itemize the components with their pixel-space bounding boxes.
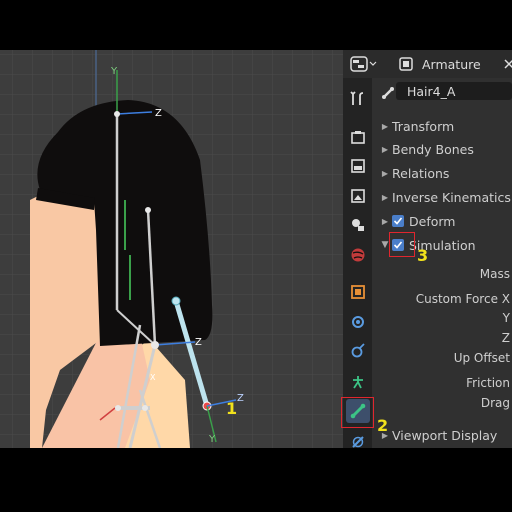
annotation-box-simulation-checkbox [389,232,415,257]
panel-inverse-kinematics[interactable]: ▶ Inverse Kinematics [372,186,512,208]
axis-label-z: Z [195,337,202,348]
editor-type-button[interactable] [349,54,377,74]
bone-joint[interactable] [145,207,151,213]
panel-title: Viewport Display [392,427,498,443]
bone-joint[interactable] [142,405,148,411]
3d-viewport[interactable]: Y Z Z Z Y X [0,50,343,448]
properties-tab-bar [343,78,372,448]
panel-bendy-bones[interactable]: ▶ Bendy Bones [372,138,512,160]
axis-label-z: Z [237,393,244,404]
bone-name-field[interactable]: Hair4_A [396,82,512,100]
panel-title: Transform [392,118,455,134]
output-icon[interactable] [346,154,370,178]
properties-header: Armature [343,50,512,78]
axis-label-x: X [150,373,156,382]
panel-viewport-display[interactable]: ▶ Viewport Display [372,424,512,446]
axis-label-z: Z [155,108,162,119]
bone-joint[interactable] [151,341,159,349]
axis-label-y: Y [208,434,216,445]
armature-context-button[interactable]: Armature [399,54,481,74]
bone-icon [382,87,394,99]
bone-row: Hair4_A [372,78,512,104]
panel-title: Deform [409,213,456,229]
modifier-icon[interactable] [346,310,370,334]
chevron-right-icon: ▶ [381,168,389,178]
view-layer-icon[interactable] [346,184,370,208]
custom-force-y-label: Y [502,311,510,325]
close-icon[interactable] [503,54,512,74]
bone-properties-panel: Hair4_A ▶ Transform ▶ Bendy Bones ▶ Rela… [372,78,512,448]
chevron-right-icon: ▶ [381,121,389,131]
mass-label: Mass [479,267,510,281]
panel-title: Bendy Bones [392,141,474,157]
bone-head[interactable] [171,296,181,306]
chevron-right-icon: ▶ [381,144,389,154]
bone-name-text: Hair4_A [407,84,456,99]
scene-icon[interactable] [346,213,370,237]
custom-force-z-label: Z [501,331,510,345]
annotation-marker-3: 3 [417,246,429,265]
bone-joint[interactable] [115,405,121,411]
tool-icon[interactable] [346,87,370,111]
render-icon[interactable] [346,125,370,149]
deform-checkbox[interactable] [392,215,404,227]
armature-data-icon [399,57,413,71]
panel-deform[interactable]: ▶ Deform [372,210,512,232]
viewport-canvas[interactable]: Y Z Z Z Y X [0,50,343,448]
annotation-marker-1: 1 [226,399,238,418]
chevron-right-icon: ▶ [381,192,389,202]
panel-title: Inverse Kinematics [392,189,511,205]
drag-label: Drag [480,396,510,410]
up-offset-label: Up Offset [453,351,510,365]
axis-label-y: Y [110,66,118,77]
check-icon [393,217,403,225]
custom-force-x-label: Custom Force X [415,292,510,306]
annotation-marker-2: 2 [377,416,389,435]
object-type-label: Armature [422,56,481,72]
bone-constraint-icon[interactable] [346,430,370,448]
friction-label: Friction [466,376,510,390]
particles-icon[interactable] [346,339,370,363]
panel-relations[interactable]: ▶ Relations [372,162,512,184]
panel-transform[interactable]: ▶ Transform [372,115,512,137]
annotation-box-bone-tab [341,397,374,428]
properties-editor-icon [350,56,377,72]
bone-joint[interactable] [114,111,120,117]
panel-title: Relations [392,165,450,181]
world-icon[interactable] [346,243,370,267]
physics-icon[interactable] [346,370,370,394]
chevron-right-icon: ▶ [381,216,389,226]
object-icon[interactable] [346,280,370,304]
